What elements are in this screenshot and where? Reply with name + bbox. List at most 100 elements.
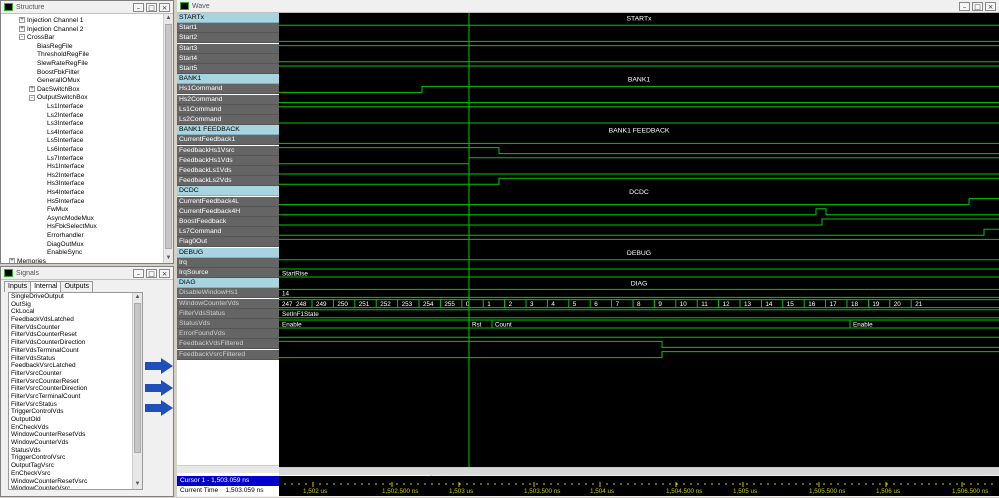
tree-node[interactable]: Ls7Interface — [47, 155, 83, 163]
scroll-down-icon[interactable]: ▼ — [164, 254, 173, 263]
tree-node[interactable]: Ls6Interface — [47, 146, 83, 154]
maximize-button[interactable]: □ — [146, 2, 157, 12]
tree-node-label: Ls1Interface — [47, 103, 84, 110]
signal-list-item[interactable]: FilterVdsCounterReset — [9, 331, 142, 339]
signal-list-item[interactable]: FilterVsrcTerminalCount — [9, 393, 142, 401]
minimize-button[interactable]: – — [133, 2, 144, 12]
wave-titlebar: Wave – □ × — [177, 0, 999, 13]
tree-node[interactable]: Ls2Interface — [47, 112, 83, 120]
tree-node[interactable]: + DacSwitchBox — [29, 86, 80, 94]
bus-value-label: 17 — [830, 301, 838, 308]
tree-node[interactable]: + Injection Channel 1 — [19, 17, 83, 25]
signal-list-item[interactable]: EnCheckVsrc — [9, 470, 142, 478]
waveform-area[interactable]: STARTx BANK1 BANK1 FEEDBACK DCDC DEBUG DIAG St… — [279, 13, 999, 474]
signal-list-item[interactable]: EnCheckVds — [9, 424, 142, 432]
signal-list-item[interactable]: TriggerControlVsrc — [9, 454, 142, 462]
group-title: BANK1 FEEDBACK — [609, 128, 670, 135]
tree-node[interactable]: EnableSync — [47, 249, 82, 257]
expand-icon[interactable]: + — [29, 86, 35, 93]
signal-list-scrollbar[interactable]: ▲ ▼ — [132, 293, 142, 489]
tree-node[interactable]: ThresholdRegFile — [37, 51, 89, 59]
tree-node[interactable]: Hs3Interface — [47, 180, 84, 188]
current-time-label: Current Time — [180, 487, 219, 494]
close-button[interactable]: × — [159, 268, 170, 278]
close-button[interactable]: × — [985, 1, 996, 11]
maximize-button[interactable]: □ — [146, 268, 157, 278]
group-title: STARTx — [626, 16, 652, 23]
tab-inputs[interactable]: Inputs — [4, 281, 32, 292]
signal-list-item[interactable]: FilterVsrcCounterReset — [9, 378, 142, 386]
tree-node[interactable]: Ls1Interface — [47, 103, 83, 111]
tree-node[interactable]: DiagOutMux — [47, 241, 84, 249]
tree-node[interactable]: BiasRegFile — [37, 43, 73, 51]
signal-list-item[interactable]: SingleDriveOutput — [9, 293, 142, 301]
signal-list-item[interactable]: StatusVds — [9, 447, 142, 455]
collapse-icon[interactable]: - — [29, 94, 35, 101]
signal-list-item[interactable]: FilterVsrcStatus — [9, 401, 142, 409]
signal-list-item[interactable]: WindowCounterResetVsrc — [9, 478, 142, 486]
signal-list-item[interactable]: FilterVdsStatus — [9, 355, 142, 363]
tree-node-label: HsFbkSelectMux — [47, 223, 97, 231]
expand-icon[interactable]: + — [19, 17, 25, 24]
time-tick-label: 1,505.500 ns — [809, 488, 845, 495]
signal-list-item[interactable]: TriggerControlVds — [9, 408, 142, 416]
bus-value-label: Enable — [853, 321, 873, 328]
signal-list-item[interactable]: FeedbackVsrcLatched — [9, 362, 142, 370]
signal-list-item[interactable]: CkLocal — [9, 308, 142, 316]
collapse-icon[interactable]: - — [19, 34, 25, 41]
tree-node[interactable]: - CrossBar — [19, 34, 54, 42]
tree-node[interactable]: Errorhandler — [47, 232, 84, 240]
tree-node-label: Ls7Interface — [47, 154, 84, 162]
structure-scrollbar[interactable]: ▲ ▼ — [163, 14, 173, 263]
tree-node[interactable]: Ls3Interface — [47, 120, 83, 128]
scroll-down-icon[interactable]: ▼ — [133, 480, 142, 489]
tree-node[interactable]: Hs1Interface — [47, 163, 84, 171]
close-button[interactable]: × — [159, 2, 170, 12]
bus-value-label: 1 — [487, 301, 491, 308]
signal-list-item[interactable]: FilterVdsCounterDirection — [9, 339, 142, 347]
signal-list-item[interactable]: WindowCounterResetVds — [9, 431, 142, 439]
right-arrow-icon — [145, 400, 173, 416]
tree-node[interactable]: AsyncModeMux — [47, 215, 94, 223]
tree-node-label: SlewRateRegFile — [37, 60, 88, 67]
minimize-button[interactable]: – — [959, 1, 970, 11]
tree-node[interactable]: Ls5Interface — [47, 137, 83, 145]
tree-node[interactable]: Hs4Interface — [47, 189, 84, 197]
signal-list-item[interactable]: WindowCounterVds — [9, 439, 142, 447]
bus-value-label: 4 — [551, 301, 555, 308]
signal-list-item[interactable]: FilterVsrcCounterDirection — [9, 385, 142, 393]
bus-value-label: 12 — [723, 301, 731, 308]
scroll-up-icon[interactable]: ▲ — [133, 293, 142, 302]
tree-node[interactable]: - OutputSwitchBox — [29, 94, 88, 102]
expand-icon[interactable]: + — [9, 258, 15, 263]
signal-list-item[interactable]: FilterVsrcCounter — [9, 370, 142, 378]
group-title: DEBUG — [627, 250, 651, 257]
tree-node[interactable]: HsFbkSelectMux — [47, 223, 97, 231]
tree-node[interactable]: + Injection Channel 2 — [19, 26, 83, 34]
tree-node[interactable]: + Memories — [9, 258, 46, 263]
tree-node[interactable]: SlewRateRegFile — [37, 60, 88, 68]
tree-node[interactable]: Ls4Interface — [47, 129, 83, 137]
signal-scroll-thumb[interactable] — [134, 303, 141, 453]
signal-list-item[interactable]: OutSig — [9, 301, 142, 309]
signal-list-item[interactable]: OutputOld — [9, 416, 142, 424]
tree-node[interactable]: BoostFbkFilter — [37, 69, 80, 77]
minimize-button[interactable]: – — [133, 268, 144, 278]
signal-list-item[interactable]: FeedbackVdsLatched — [9, 316, 142, 324]
scroll-up-icon[interactable]: ▲ — [164, 14, 173, 23]
maximize-button[interactable]: □ — [972, 1, 983, 11]
signal-list-item[interactable]: FilterVdsCounter — [9, 324, 142, 332]
tree-node[interactable]: GeneralIOMux — [37, 77, 80, 85]
signal-trace — [279, 228, 999, 236]
signal-list-item[interactable]: OutputTagVsrc — [9, 462, 142, 470]
expand-icon[interactable]: + — [19, 25, 25, 32]
tab-outputs[interactable]: Outputs — [60, 281, 93, 292]
signal-list-item[interactable]: FilterVdsTerminalCount — [9, 347, 142, 355]
tree-node[interactable]: Hs2Interface — [47, 172, 84, 180]
structure-scroll-thumb[interactable] — [165, 24, 172, 249]
signal-list-item[interactable]: WindowCounterVsrc — [9, 485, 142, 489]
tree-node[interactable]: FwMux — [47, 206, 68, 214]
waveform-hscrollbar[interactable] — [279, 467, 999, 475]
signal-list: SingleDriveOutput OutSig CkLocal FeedbackVd… — [8, 292, 143, 490]
tree-node[interactable]: Hs5Interface — [47, 198, 84, 206]
